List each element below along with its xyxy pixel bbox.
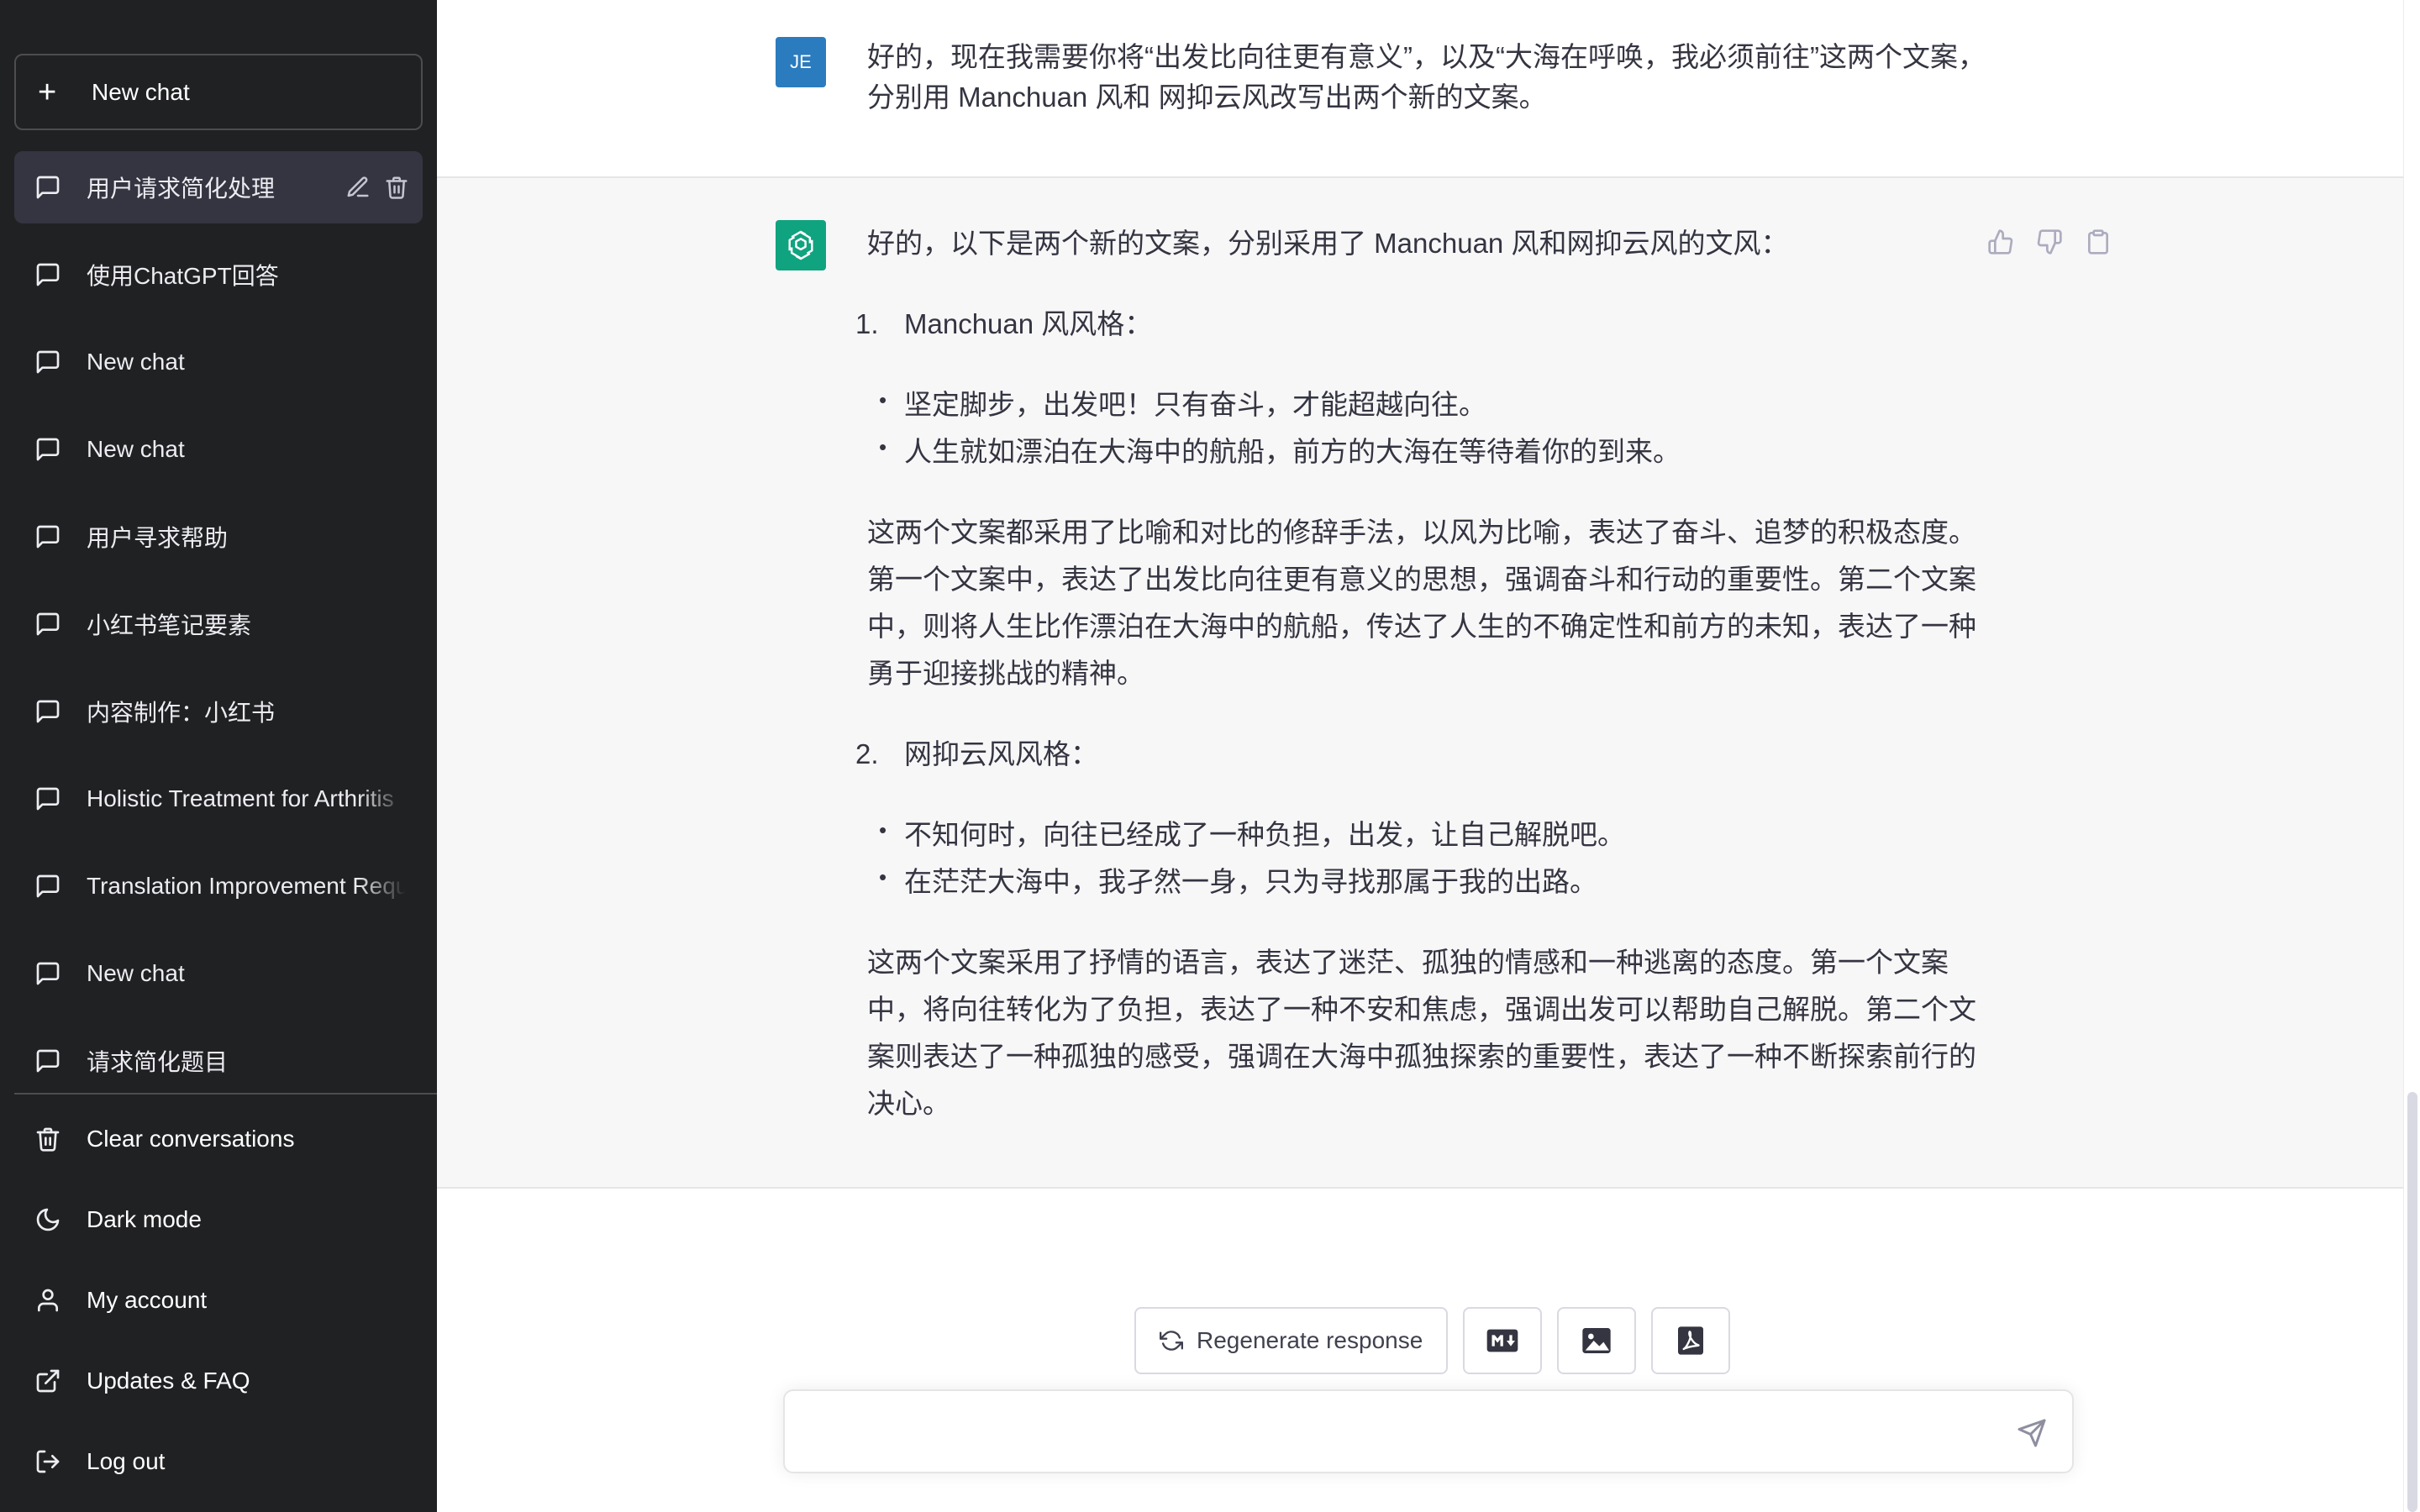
list-item: 1. Manchuan 风风格： [855,301,1976,348]
scrollbar[interactable] [2403,0,2420,1512]
conversation-label: 小红书笔记要素 [87,612,252,638]
chat-bubble-icon [36,700,60,723]
paragraph: 这两个文案采用了抒情的语言，表达了迷茫、孤独的情感和一种逃离的态度。第一个文案中… [867,947,1976,1119]
bullet-item: 在茫茫大海中，我孑然一身，只为寻找那属于我的出路。 [879,853,1976,906]
conversation-label: 请求简化题目 [87,1049,229,1075]
chat-bubble-icon [36,787,60,811]
chat-bubble-icon [36,176,60,199]
bullet-list: 坚定脚步，出发吧！只有奋斗，才能超越向往。 人生就如漂泊在大海中的航船，前方的大… [867,376,1976,475]
message-composer [783,1389,2074,1473]
section-title: Manchuan 风风格： [904,308,1153,339]
assistant-intro: 好的，以下是两个新的文案，分别采用了 Manchuan 风和网抑云风的文风： [867,228,1789,259]
chat-bubble-icon [36,1049,60,1073]
clear-conversations-label: Clear conversations [87,1126,295,1152]
message-input[interactable] [810,1413,1986,1453]
dark-mode-button[interactable]: Dark mode [14,1186,423,1253]
conversation-label: New chat [87,436,185,462]
chat-bubble-icon [36,962,60,985]
user-icon [38,1289,58,1312]
openai-logo-icon [776,220,826,270]
chat-main: JE 好的，现在我需要你将“出发比向往更有意义”，以及“大海在呼唤，我必须前往”… [437,0,2403,1512]
new-chat-button[interactable]: + New chat [14,54,423,130]
sidebar-item-conversation[interactable]: 使用ChatGPT回答 [14,239,423,311]
pdf-icon [1678,1326,1704,1355]
markdown-icon [1486,1329,1518,1352]
my-account-label: My account [87,1287,208,1313]
new-chat-label: New chat [92,78,190,105]
paragraph: 这两个文案都采用了比喻和对比的修辞手法，以风为比喻，表达了奋斗、追梦的积极态度。… [867,517,1976,689]
chat-bubble-icon [36,350,60,374]
updates-faq-link[interactable]: Updates & FAQ [14,1347,423,1415]
log-out-button[interactable]: Log out [14,1428,423,1495]
log-out-label: Log out [87,1448,166,1474]
sidebar-item-conversation[interactable]: New chat [14,413,423,486]
chat-bubble-icon [36,525,60,549]
plus-icon: + [38,74,57,110]
chat-bubble-icon [36,438,60,461]
feedback-actions [1987,228,2112,255]
export-pdf-button[interactable] [1651,1307,1731,1374]
external-link-icon [36,1369,60,1393]
sidebar-item-conversation[interactable]: 小红书笔记要素 [14,588,423,660]
export-markdown-button[interactable] [1463,1307,1543,1374]
clipboard-icon[interactable] [2085,228,2112,255]
conversation-label: New chat [87,349,185,375]
conversation-label: 使用ChatGPT回答 [87,263,279,289]
bullet-item: 人生就如漂泊在大海中的航船，前方的大海在等待着你的到来。 [879,423,1976,475]
send-icon[interactable] [2017,1418,2047,1448]
conversation-label: 用户寻求帮助 [87,525,229,551]
sidebar-item-conversation[interactable]: 内容制作：小红书 [14,675,423,748]
assistant-message-content: 好的，以下是两个新的文案，分别采用了 Manchuan 风和网抑云风的文风： 1… [855,220,1976,1127]
conversation-label: Translation Improvement Request [87,873,406,899]
bottom-actions: Regenerate response [1134,1307,1731,1374]
moon-icon [36,1208,60,1231]
sidebar-divider [14,1093,437,1095]
logout-icon [36,1450,60,1473]
conversation-label: New chat [87,960,185,986]
thumbs-down-icon[interactable] [2036,228,2063,255]
user-message-text: 好的，现在我需要你将“出发比向往更有意义”，以及“大海在呼唤，我必须前往”这两个… [867,41,1986,113]
sidebar-item-conversation[interactable]: 用户请求简化处理 [14,151,423,223]
bullet-item: 坚定脚步，出发吧！只有奋斗，才能超越向往。 [879,376,1976,428]
bullet-item: 不知何时，向往已经成了一种负担，出发，让自己解脱吧。 [879,806,1976,858]
list-item: 2. 网抑云风风格： [855,731,1976,778]
conversation-label: 内容制作：小红书 [87,700,276,726]
regenerate-label: Regenerate response [1197,1327,1423,1353]
updates-faq-label: Updates & FAQ [87,1368,250,1394]
bullet-list: 不知何时，向往已经成了一种负担，出发，让自己解脱吧。 在茫茫大海中，我孑然一身，… [867,806,1976,906]
chat-bubble-icon [36,612,60,636]
section-title: 网抑云风风格： [904,738,1098,769]
trash-icon[interactable] [384,175,409,200]
user-message: JE 好的，现在我需要你将“出发比向往更有意义”，以及“大海在呼唤，我必须前往”… [437,0,2403,178]
thumbs-up-icon[interactable] [1987,228,2014,255]
list-number: 2. [855,738,879,769]
list-number: 1. [855,308,879,339]
chat-bubble-icon [36,263,60,286]
sidebar-item-conversation[interactable]: 请求简化题目 [14,1025,423,1097]
export-image-button[interactable] [1557,1307,1637,1374]
edit-icon[interactable] [345,175,371,200]
sidebar-item-conversation[interactable]: Holistic Treatment for Arthritis [14,763,423,835]
user-avatar: JE [776,37,826,87]
conversation-label: Holistic Treatment for Arthritis [87,785,394,811]
assistant-message: 好的，以下是两个新的文案，分别采用了 Manchuan 风和网抑云风的文风： 1… [437,178,2403,1189]
sidebar-item-conversation[interactable]: New chat [14,937,423,1010]
refresh-icon [1160,1331,1183,1351]
sidebar-item-conversation[interactable]: New chat [14,326,423,398]
sidebar-item-conversation[interactable]: Translation Improvement Request [14,850,423,922]
scrollbar-thumb[interactable] [2407,1092,2417,1512]
my-account-button[interactable]: My account [14,1267,423,1334]
sidebar: + New chat 用户请求简化处理 使用ChatGPT回答 New chat… [0,0,437,1512]
dark-mode-label: Dark mode [87,1206,202,1232]
regenerate-response-button[interactable]: Regenerate response [1134,1307,1449,1374]
image-icon [1582,1328,1611,1353]
chat-bubble-icon [36,874,60,898]
trash-icon [36,1127,60,1152]
sidebar-item-conversation[interactable]: 用户寻求帮助 [14,501,423,573]
clear-conversations-button[interactable]: Clear conversations [14,1105,423,1173]
conversation-label: 用户请求简化处理 [87,176,276,202]
